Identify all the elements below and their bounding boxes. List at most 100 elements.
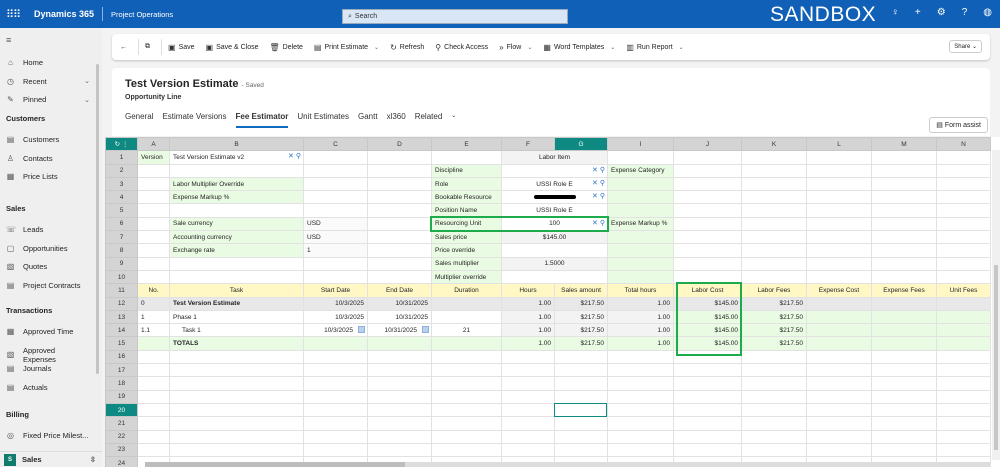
- cell-C23[interactable]: [303, 442, 368, 458]
- cell-C11[interactable]: Start Date: [303, 283, 368, 298]
- cell-N3[interactable]: [936, 176, 991, 192]
- brand[interactable]: Dynamics 365: [34, 9, 94, 19]
- open-new-window-icon[interactable]: ⧉: [145, 43, 150, 51]
- cell-E9[interactable]: Sales multiplier: [431, 256, 502, 271]
- cell-B13[interactable]: Phase 1: [169, 309, 304, 325]
- cell-K13[interactable]: $217.50: [741, 309, 807, 325]
- cell-N23[interactable]: [936, 442, 991, 458]
- sidebar-item-actuals[interactable]: ▤ Actuals: [6, 383, 90, 392]
- cell-C12[interactable]: 10/3/2025: [303, 296, 368, 311]
- cell-D13[interactable]: 10/31/2025: [367, 309, 432, 325]
- cell-N14[interactable]: [936, 323, 991, 338]
- row-header-6[interactable]: 6: [105, 216, 138, 232]
- cell-M7[interactable]: [871, 230, 937, 245]
- cell-E22[interactable]: [431, 429, 502, 444]
- cell-F19[interactable]: [501, 389, 555, 404]
- cell-N11[interactable]: Unit Fees: [936, 283, 991, 298]
- cell-G23[interactable]: [554, 442, 608, 458]
- form-assist-button[interactable]: ▤ Form assist: [929, 117, 988, 133]
- row-header-9[interactable]: 9: [105, 256, 138, 271]
- cell-E13[interactable]: [431, 309, 502, 325]
- cell-M5[interactable]: [871, 203, 937, 218]
- print-estimate-button[interactable]: ▤ Print Estimate ⌄: [314, 43, 379, 52]
- cell-G11[interactable]: Sales amount: [554, 283, 608, 298]
- clear-search-icons[interactable]: ✕ ⚲: [592, 192, 605, 200]
- cell-K2[interactable]: [741, 163, 807, 178]
- cell-G12[interactable]: $217.50: [554, 296, 608, 311]
- cell-J7[interactable]: [673, 230, 742, 245]
- row-header-8[interactable]: 8: [105, 243, 138, 258]
- gear-icon[interactable]: ⚙: [937, 7, 946, 18]
- column-header-J[interactable]: J: [673, 137, 742, 152]
- cell-I23[interactable]: [607, 442, 674, 458]
- cell-I7[interactable]: [607, 230, 674, 245]
- cell-M4[interactable]: [871, 190, 937, 205]
- chevron-down-icon[interactable]: ⌄: [84, 96, 90, 104]
- cell-M22[interactable]: [871, 429, 937, 444]
- cell-J6[interactable]: [673, 216, 742, 232]
- cell-E18[interactable]: [431, 376, 502, 391]
- app-launcher-icon[interactable]: ⠿⠿: [6, 8, 26, 21]
- cell-K22[interactable]: [741, 429, 807, 444]
- cell-L14[interactable]: [806, 323, 872, 338]
- tab-fee-estimator[interactable]: Fee Estimator: [235, 112, 289, 128]
- cell-C15[interactable]: [303, 336, 368, 351]
- cell-D23[interactable]: [367, 442, 432, 458]
- cell-J4[interactable]: [673, 190, 742, 205]
- cell-G22[interactable]: [554, 429, 608, 444]
- row-header-7[interactable]: 7: [105, 230, 138, 245]
- sidebar-item-home[interactable]: ⌂ Home: [6, 58, 90, 67]
- cell-C3[interactable]: [303, 176, 368, 192]
- hamburger-icon[interactable]: ≡: [6, 35, 11, 45]
- cell-B22[interactable]: [169, 429, 304, 444]
- cell-B12[interactable]: Test Version Estimate: [169, 296, 304, 311]
- cell-I8[interactable]: [607, 243, 674, 258]
- sidebar-item-price-lists[interactable]: ▦ Price Lists: [6, 172, 90, 181]
- cell-F23[interactable]: [501, 442, 555, 458]
- cell-C13[interactable]: 10/3/2025: [303, 309, 368, 325]
- cell-N6[interactable]: [936, 216, 991, 232]
- cell-J8[interactable]: [673, 243, 742, 258]
- row-header-24[interactable]: 24: [105, 456, 138, 467]
- cell-L15[interactable]: [806, 336, 872, 351]
- cell-L17[interactable]: [806, 363, 872, 378]
- cell-D2[interactable]: [367, 163, 432, 178]
- flow-button[interactable]: » Flow ⌄: [499, 43, 532, 52]
- cell-A12[interactable]: 0: [137, 296, 170, 311]
- cell-F16[interactable]: [501, 349, 555, 365]
- cell-D11[interactable]: End Date: [367, 283, 432, 298]
- help-icon[interactable]: ?: [962, 7, 968, 18]
- cell-K12[interactable]: $217.50: [741, 296, 807, 311]
- cell-D15[interactable]: [367, 336, 432, 351]
- chevron-down-icon[interactable]: ⌄: [451, 112, 456, 128]
- calendar-icon[interactable]: [358, 326, 365, 334]
- cell-C21[interactable]: [303, 416, 368, 431]
- cell-G13[interactable]: $217.50: [554, 309, 608, 325]
- cell-I22[interactable]: [607, 429, 674, 444]
- cell-F18[interactable]: [501, 376, 555, 391]
- cell-M9[interactable]: [871, 256, 937, 271]
- cell-E2[interactable]: Discipline: [431, 163, 502, 178]
- cell-I6[interactable]: Expense Markup %: [607, 216, 674, 232]
- cell-L1[interactable]: [806, 150, 872, 165]
- tab-gantt[interactable]: Gantt: [358, 112, 378, 128]
- cell-K3[interactable]: [741, 176, 807, 192]
- sidebar-item-pinned[interactable]: ✎ Pinned ⌄: [6, 95, 90, 104]
- cell-A10[interactable]: [137, 269, 170, 285]
- cell-C17[interactable]: [303, 363, 368, 378]
- cell-K1[interactable]: [741, 150, 807, 165]
- cell-K11[interactable]: Labor Fees: [741, 283, 807, 298]
- cell-J20[interactable]: [673, 402, 742, 418]
- row-header-12[interactable]: 12: [105, 296, 138, 311]
- cell-I10[interactable]: [607, 269, 674, 285]
- cell-B17[interactable]: [169, 363, 304, 378]
- cell-E17[interactable]: [431, 363, 502, 378]
- cell-E12[interactable]: [431, 296, 502, 311]
- cell-A23[interactable]: [137, 442, 170, 458]
- cell-J17[interactable]: [673, 363, 742, 378]
- cell-B2[interactable]: [169, 163, 304, 178]
- cell-F7[interactable]: $145.00: [501, 230, 608, 245]
- cell-L6[interactable]: [806, 216, 872, 232]
- cell-N7[interactable]: [936, 230, 991, 245]
- cell-D14[interactable]: 10/31/2025: [367, 323, 432, 338]
